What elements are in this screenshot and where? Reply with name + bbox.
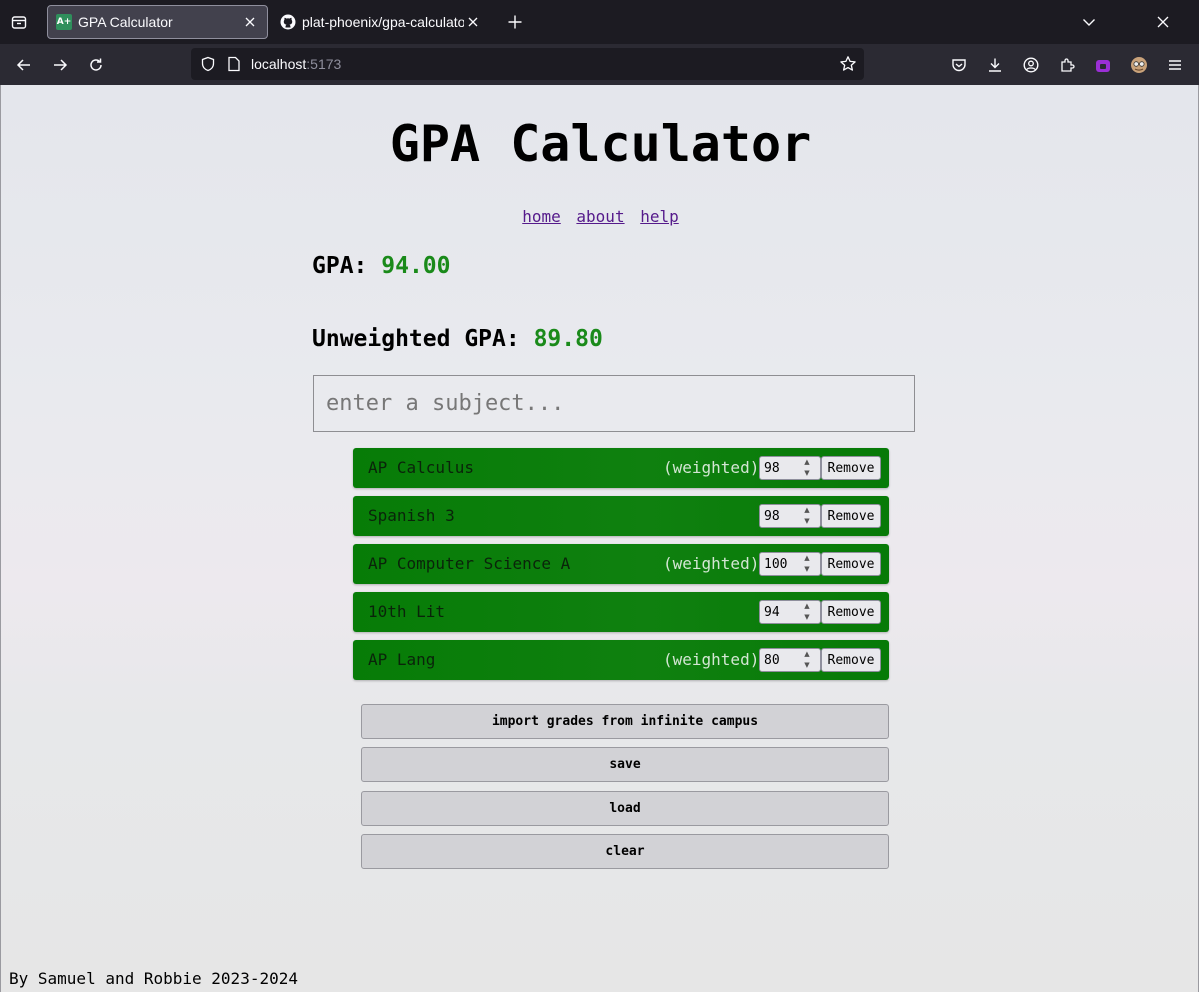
shield-icon[interactable] xyxy=(199,55,217,73)
gpa-value: 94.00 xyxy=(381,253,451,279)
page-icon[interactable] xyxy=(225,55,243,73)
new-tab-plus-icon[interactable] xyxy=(503,11,527,33)
spinner-arrows-icon[interactable]: ▲ ▼ xyxy=(800,458,814,478)
account-icon[interactable] xyxy=(1019,53,1043,77)
import-grades-button[interactable]: import grades from infinite campus xyxy=(361,704,889,739)
hamburger-menu-icon[interactable] xyxy=(1163,53,1187,77)
app-nav: home about help xyxy=(1,207,1199,226)
tab-gpa-calculator[interactable]: A+ GPA Calculator xyxy=(47,5,268,39)
close-icon[interactable] xyxy=(241,13,259,31)
unweighted-gpa-label: Unweighted GPA: xyxy=(312,326,534,352)
remove-button[interactable]: Remove xyxy=(821,648,881,672)
class-row: AP Computer Science A (weighted) ▲▼ Remo… xyxy=(353,544,889,584)
gpa-label: GPA: xyxy=(312,253,382,279)
subject-input[interactable] xyxy=(313,375,915,432)
bookmark-star-icon[interactable] xyxy=(838,54,858,74)
remove-button[interactable]: Remove xyxy=(821,504,881,528)
download-icon[interactable] xyxy=(983,53,1007,77)
url-port: :5173 xyxy=(306,56,342,72)
class-row: AP Lang (weighted) ▲▼ Remove xyxy=(353,640,889,680)
chevron-down-icon[interactable] xyxy=(1078,11,1100,33)
tab-title: GPA Calculator xyxy=(78,14,173,30)
save-button[interactable]: save xyxy=(361,747,889,782)
clear-button[interactable]: clear xyxy=(361,834,889,869)
aplus-favicon-icon: A+ xyxy=(56,14,72,30)
spinner-arrows-icon[interactable]: ▲ ▼ xyxy=(800,554,814,574)
browser-tab-bar: A+ GPA Calculator plat-phoenix/gpa-calcu… xyxy=(0,0,1199,44)
page-title: GPA Calculator xyxy=(389,115,812,173)
tab-list-icon[interactable] xyxy=(8,11,30,33)
spinner-arrows-icon[interactable]: ▲ ▼ xyxy=(800,506,814,526)
url-text[interactable]: localhost:5173 xyxy=(251,56,341,72)
spinner-arrows-icon[interactable]: ▲ ▼ xyxy=(800,602,814,622)
browser-nav-bar: localhost:5173 0 xyxy=(0,44,1199,106)
url-host: localhost xyxy=(251,56,307,72)
extensions-puzzle-icon[interactable] xyxy=(1055,53,1079,77)
gpa-display: GPA: 94.00 xyxy=(312,253,451,279)
nav-link-help[interactable]: help xyxy=(640,207,679,226)
footer-credit: By Samuel and Robbie 2023-2024 xyxy=(9,969,298,988)
spinner-arrows-icon[interactable]: ▲ ▼ xyxy=(800,650,814,670)
class-name: Spanish 3 xyxy=(368,506,455,525)
profile-avatar-icon[interactable] xyxy=(1127,53,1151,77)
remove-button[interactable]: Remove xyxy=(821,600,881,624)
weighted-tag: (weighted) xyxy=(663,650,760,669)
tab-title: plat-phoenix/gpa-calculator xyxy=(302,14,464,30)
class-name: AP Computer Science A xyxy=(368,554,571,573)
back-arrow-icon[interactable] xyxy=(12,53,36,77)
nav-link-home[interactable]: home xyxy=(522,207,561,226)
url-bar[interactable]: localhost:5173 xyxy=(191,48,864,80)
tab-github-repo[interactable]: plat-phoenix/gpa-calculator xyxy=(272,5,490,39)
close-icon[interactable] xyxy=(464,13,482,31)
nav-link-about[interactable]: about xyxy=(576,207,624,226)
class-name: AP Lang xyxy=(368,650,436,669)
extension-badge-icon[interactable] xyxy=(1091,53,1115,77)
class-row: 10th Lit ▲▼ Remove xyxy=(353,592,889,632)
page-content: GPA Calculator home about help GPA: 94.0… xyxy=(0,85,1199,992)
remove-button[interactable]: Remove xyxy=(821,552,881,576)
weighted-tag: (weighted) xyxy=(663,458,760,477)
class-name: AP Calculus xyxy=(368,458,474,477)
unweighted-gpa-value: 89.80 xyxy=(533,326,603,352)
class-row: AP Calculus (weighted) ▲▼ Remove xyxy=(353,448,889,488)
pocket-icon[interactable] xyxy=(947,53,971,77)
github-icon xyxy=(280,14,296,30)
unweighted-gpa-display: Unweighted GPA: 89.80 xyxy=(312,326,603,352)
weighted-tag: (weighted) xyxy=(663,554,760,573)
window-close-icon[interactable] xyxy=(1152,11,1174,33)
load-button[interactable]: load xyxy=(361,791,889,826)
remove-button[interactable]: Remove xyxy=(821,456,881,480)
forward-arrow-icon[interactable] xyxy=(48,53,72,77)
class-row: Spanish 3 ▲▼ Remove xyxy=(353,496,889,536)
reload-icon[interactable] xyxy=(84,53,108,77)
class-name: 10th Lit xyxy=(368,602,446,621)
